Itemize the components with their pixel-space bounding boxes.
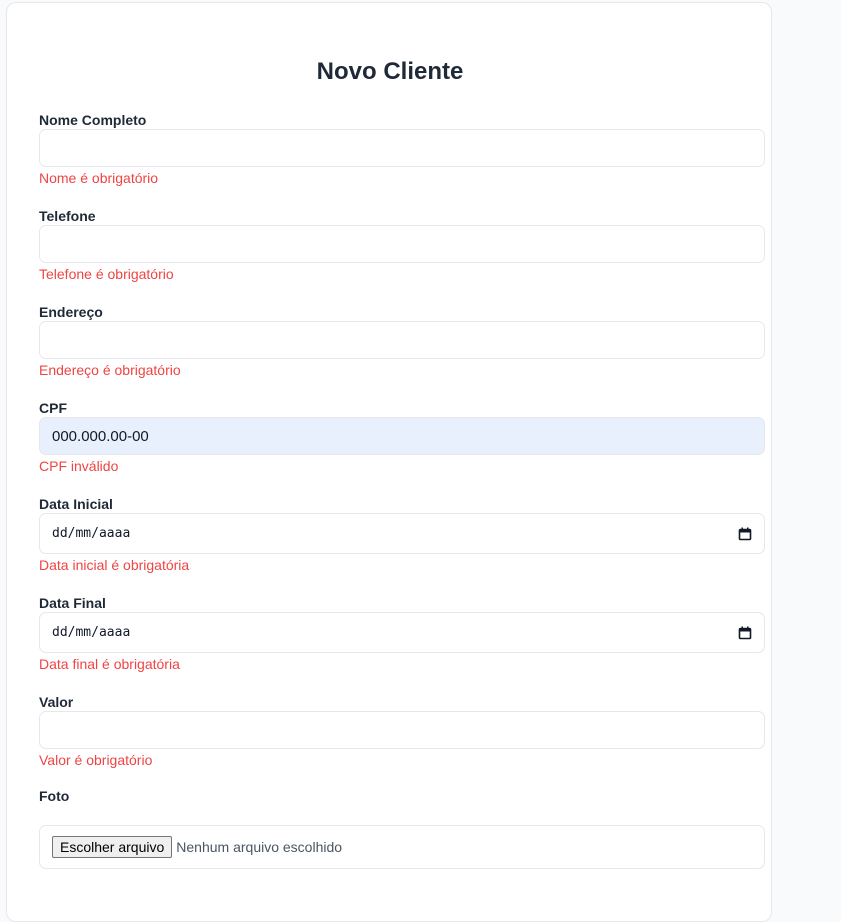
value-input[interactable] (39, 711, 765, 749)
start-date-label: Data Inicial (39, 496, 113, 512)
calendar-icon[interactable] (738, 527, 752, 541)
new-client-form-card: Novo Cliente Nome Completo Nome é obriga… (6, 2, 772, 922)
address-label: Endereço (39, 304, 103, 320)
value-label: Valor (39, 694, 74, 710)
end-date-input[interactable]: dd/mm/aaaa (39, 612, 765, 653)
cpf-input[interactable] (39, 417, 765, 455)
phone-label: Telefone (39, 208, 96, 224)
photo-file-input[interactable]: Escolher arquivo Nenhum arquivo escolhid… (39, 825, 765, 869)
calendar-icon[interactable] (738, 626, 752, 640)
name-label: Nome Completo (39, 112, 147, 128)
address-input[interactable] (39, 321, 765, 359)
cpf-error: CPF inválido (39, 458, 119, 474)
name-input[interactable] (39, 129, 765, 167)
choose-file-button[interactable]: Escolher arquivo (52, 836, 173, 858)
page-title: Novo Cliente (316, 58, 464, 85)
phone-input[interactable] (39, 225, 765, 263)
cpf-label: CPF (39, 400, 67, 416)
photo-label: Foto (39, 788, 70, 804)
address-error: Endereço é obrigatório (39, 362, 181, 378)
end-date-placeholder: dd/mm/aaaa (52, 625, 131, 640)
file-status-text: Nenhum arquivo escolhido (176, 839, 343, 855)
start-date-error: Data inicial é obrigatória (39, 557, 190, 573)
value-error: Valor é obrigatório (39, 752, 153, 768)
name-error: Nome é obrigatório (39, 170, 159, 186)
start-date-placeholder: dd/mm/aaaa (52, 526, 131, 541)
end-date-label: Data Final (39, 595, 106, 611)
phone-error: Telefone é obrigatório (39, 266, 174, 282)
start-date-input[interactable]: dd/mm/aaaa (39, 513, 765, 554)
end-date-error: Data final é obrigatória (39, 656, 180, 672)
